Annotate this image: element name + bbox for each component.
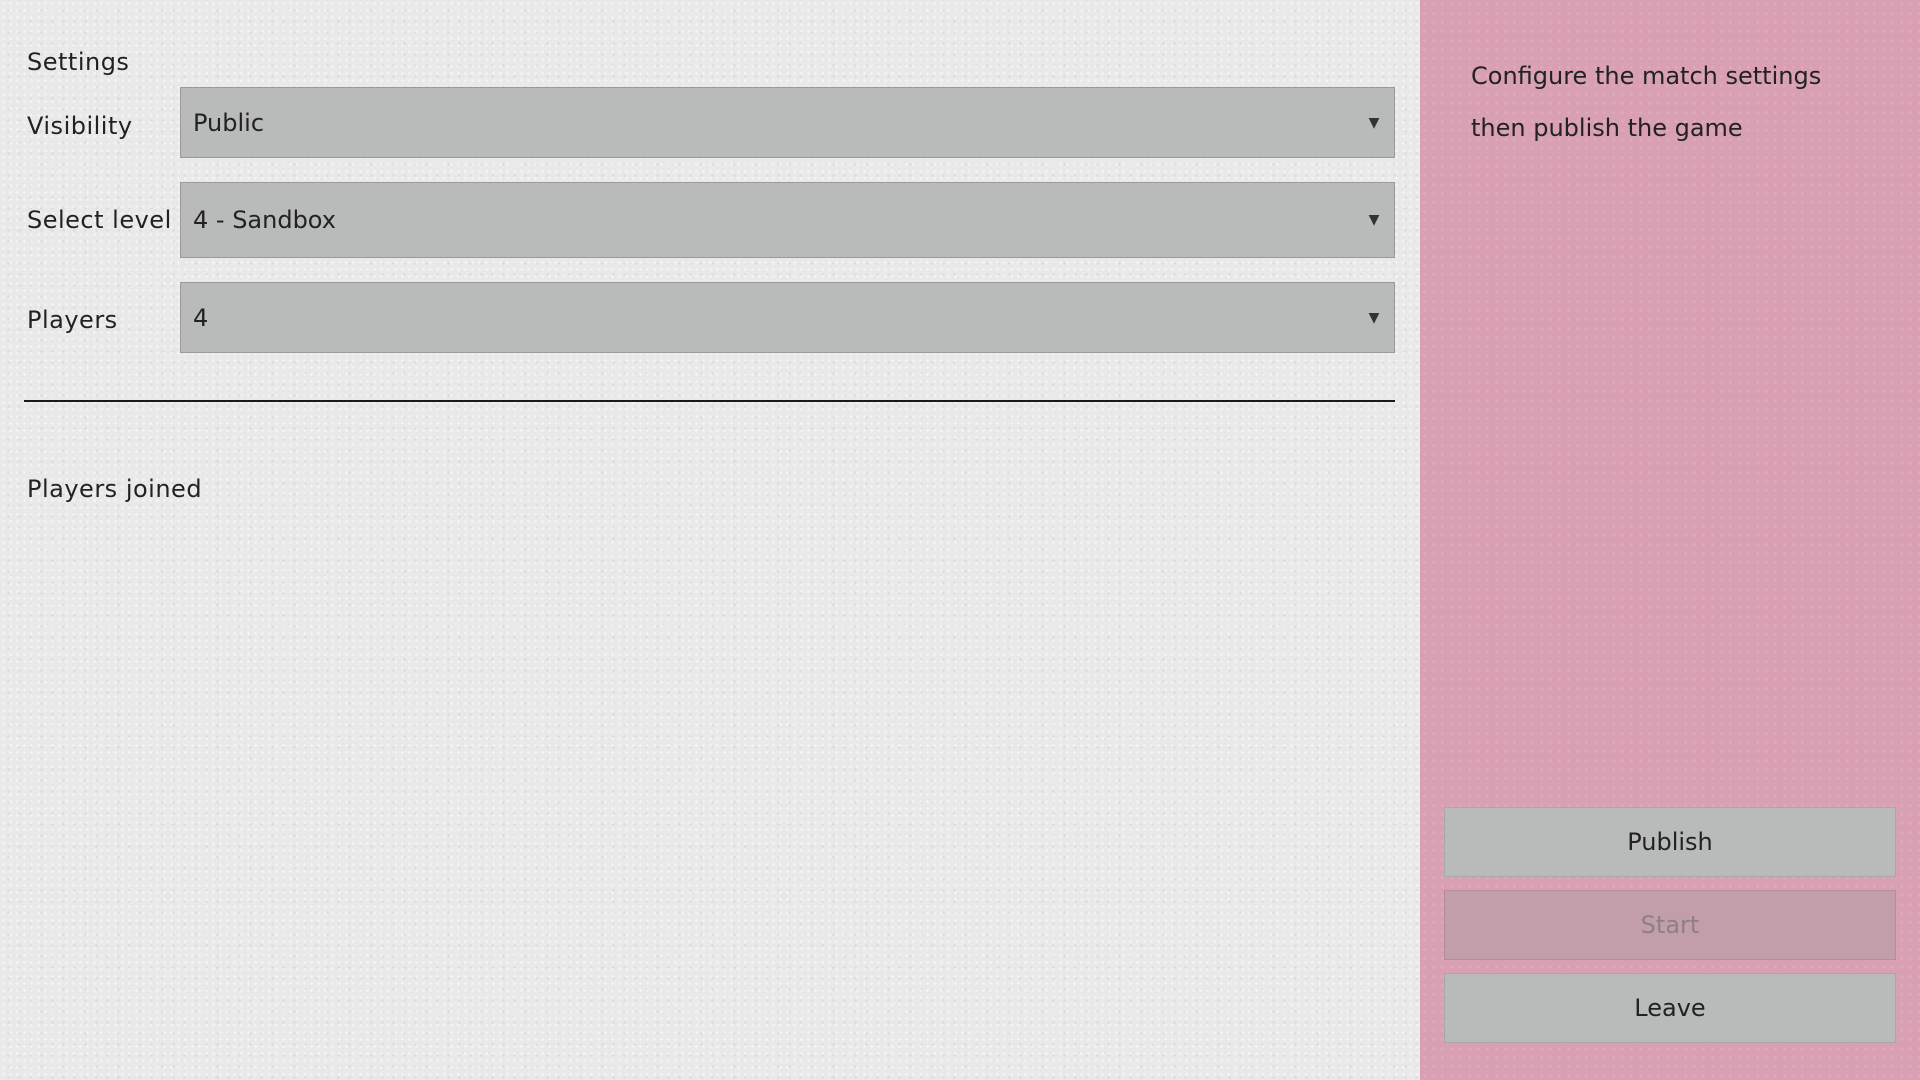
visibility-label: Visibility [27, 112, 133, 140]
players-joined-heading: Players joined [27, 475, 203, 503]
leave-button[interactable]: Leave [1444, 973, 1896, 1043]
section-divider [24, 400, 1395, 402]
chevron-down-icon: ▼ [1368, 212, 1380, 228]
players-select[interactable]: 4 ▼ [180, 282, 1395, 353]
players-value: 4 [193, 303, 209, 332]
settings-heading: Settings [27, 48, 130, 76]
level-value: 4 - Sandbox [193, 206, 336, 234]
start-button[interactable]: Start [1444, 890, 1896, 960]
visibility-select[interactable]: Public ▼ [180, 87, 1395, 158]
chevron-down-icon: ▼ [1368, 309, 1380, 326]
level-label: Select level [27, 206, 172, 234]
level-select[interactable]: 4 - Sandbox ▼ [180, 182, 1395, 258]
publish-button[interactable]: Publish [1444, 807, 1896, 877]
visibility-value: Public [193, 108, 265, 137]
settings-panel: Settings Visibility Public ▼ Select leve… [0, 0, 1420, 1080]
instructions-text: Configure the match settings then publis… [1471, 62, 1822, 142]
chevron-down-icon: ▼ [1368, 114, 1380, 131]
players-label: Players [27, 306, 118, 334]
